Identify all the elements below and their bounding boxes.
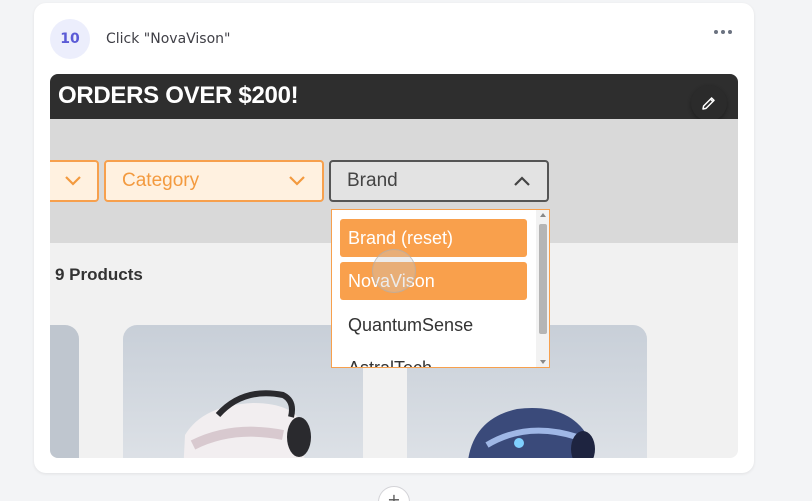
add-step-button[interactable]: + <box>378 486 410 501</box>
dropdown-option-brand-reset[interactable]: Brand (reset) <box>340 219 527 257</box>
product-count: 9 Products <box>55 265 143 284</box>
previous-filter-select[interactable] <box>50 160 99 202</box>
pencil-icon <box>702 97 715 110</box>
brand-dropdown-list: Brand (reset) NovaVison QuantumSense Ast… <box>331 209 550 368</box>
step-number-badge: 10 <box>50 19 90 59</box>
scroll-down-arrow-icon[interactable] <box>540 360 546 364</box>
category-select-label: Category <box>122 170 200 191</box>
brand-select-label: Brand <box>347 170 398 191</box>
edit-button[interactable] <box>691 85 727 121</box>
dropdown-scrollbar[interactable] <box>536 210 549 367</box>
more-horizontal-icon[interactable] <box>714 25 732 39</box>
scroll-up-arrow-icon[interactable] <box>540 213 546 217</box>
dropdown-option-novavison[interactable]: NovaVison <box>340 262 527 300</box>
vr-headset-image <box>183 390 311 458</box>
step-title: Click "NovaVison" <box>106 31 231 47</box>
promo-banner: ORDERS OVER $200! <box>50 74 738 119</box>
dropdown-option-quantumsense[interactable]: QuantumSense <box>340 306 527 344</box>
click-indicator <box>372 249 416 293</box>
brand-select[interactable]: Brand <box>329 160 549 202</box>
chevron-up-icon <box>514 176 530 186</box>
product-card[interactable] <box>123 325 363 458</box>
product-card[interactable] <box>50 325 79 458</box>
dropdown-option-astraltech[interactable]: AstralTech <box>340 349 527 368</box>
step-screenshot: ORDERS OVER $200! Category Brand 9 Produ… <box>50 74 738 458</box>
category-select[interactable]: Category <box>104 160 324 202</box>
chevron-down-icon <box>65 176 81 186</box>
chevron-down-icon <box>289 176 305 186</box>
banner-text: ORDERS OVER $200! <box>58 82 299 109</box>
scroll-thumb[interactable] <box>539 224 547 334</box>
step-card: 10 Click "NovaVison" ORDERS OVER $200! C… <box>34 3 754 473</box>
